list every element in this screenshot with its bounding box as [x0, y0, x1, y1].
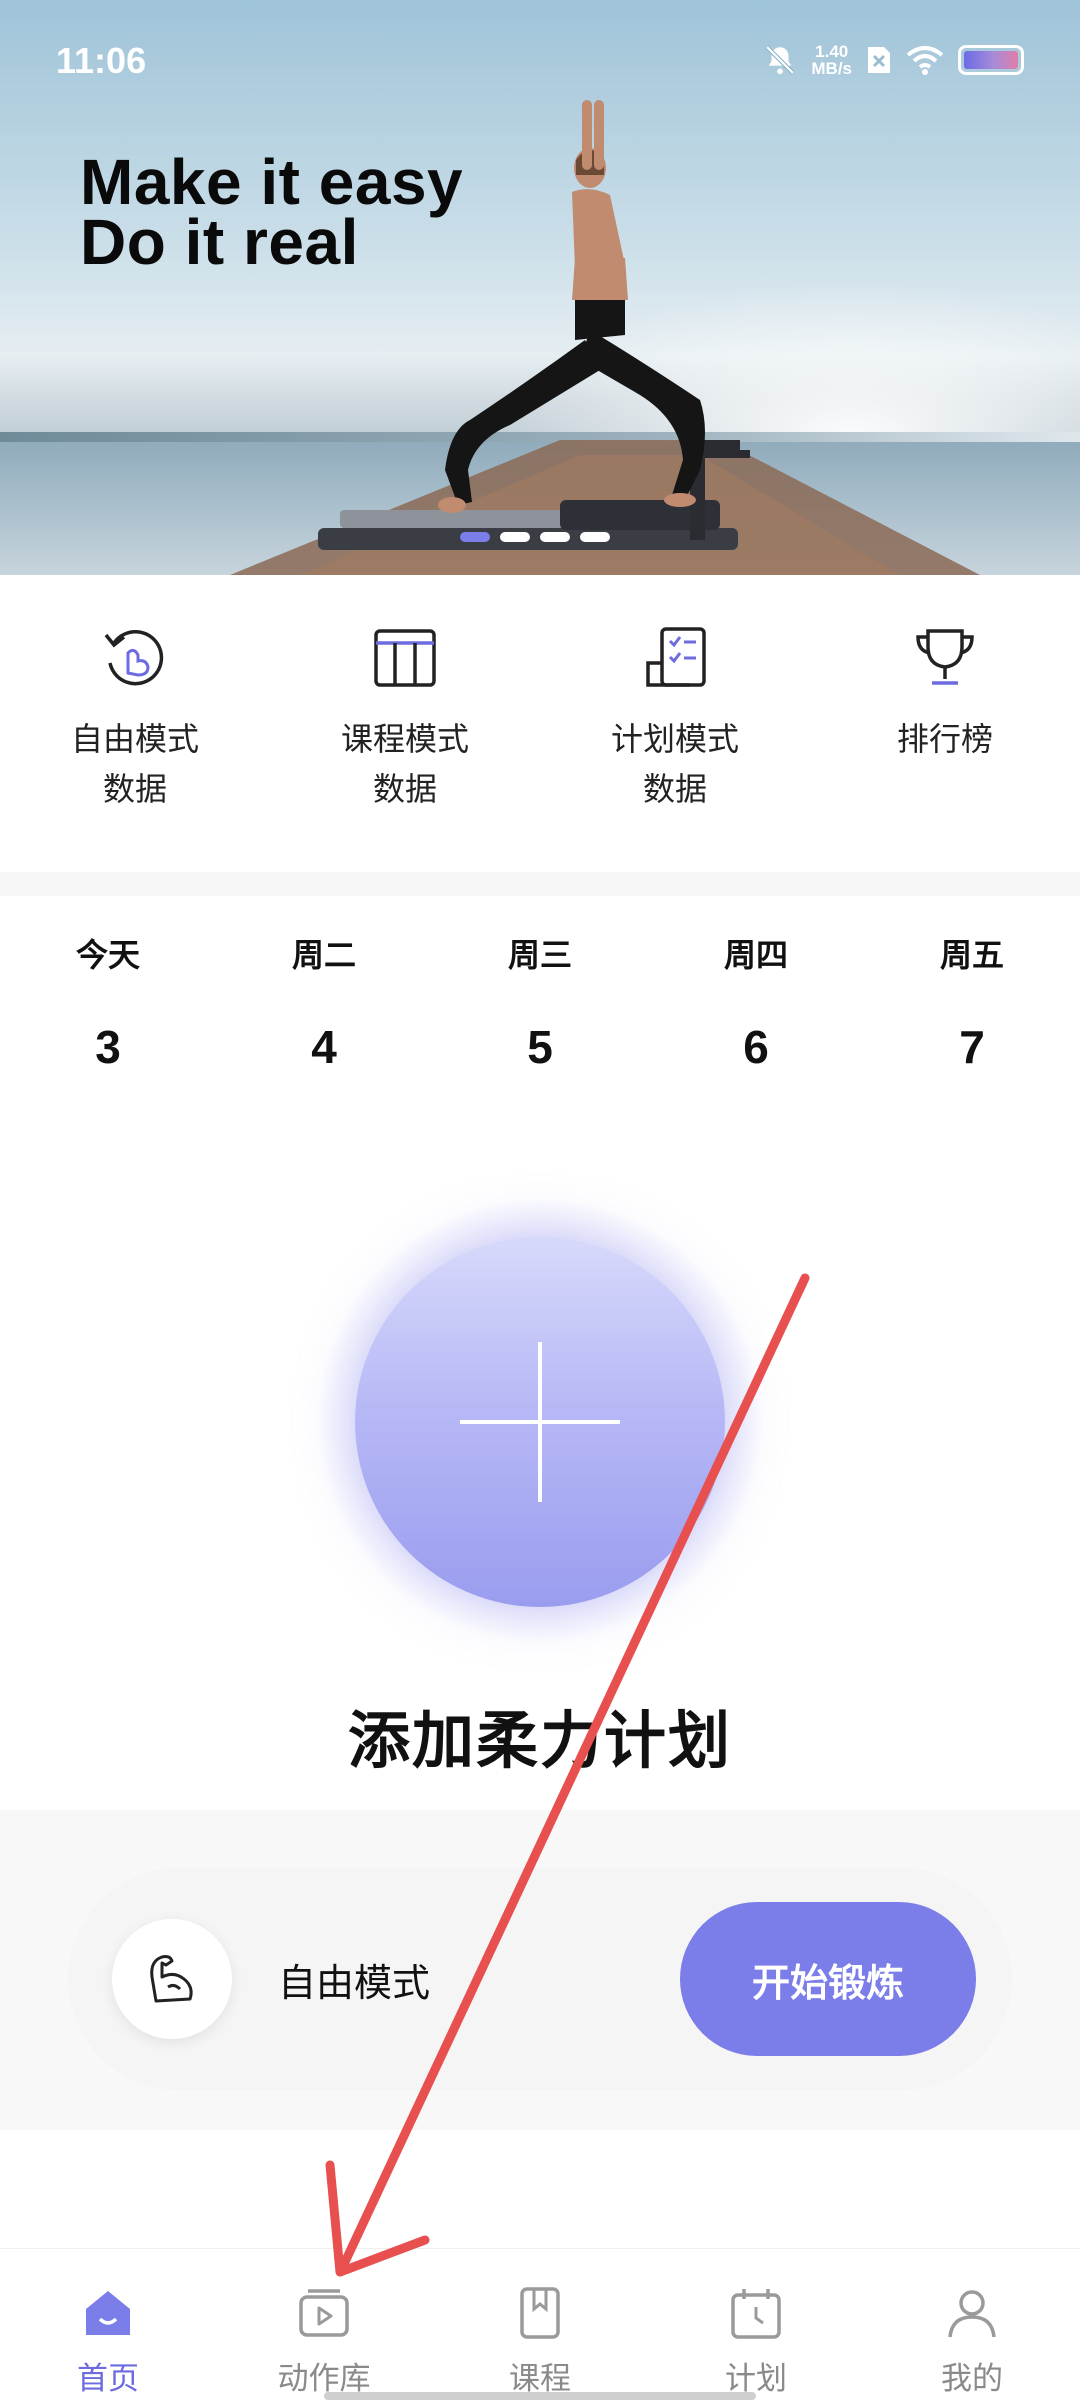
- home-indicator[interactable]: [324, 2392, 756, 2400]
- add-plan-title: 添加柔力计划: [347, 1704, 732, 1777]
- flexed-arm-icon: [112, 1919, 232, 2039]
- quick-item-label-line2: 数据: [372, 770, 437, 808]
- quick-item-plan-mode-data[interactable]: 计划模式 数据: [565, 620, 785, 860]
- start-workout-button[interactable]: 开始锻炼: [680, 1902, 976, 2056]
- date-strip: 今天 3 周二 4 周三 5 周四 6 周五 7: [0, 930, 1080, 1074]
- quick-item-label-line1: 排行榜: [896, 720, 993, 758]
- battery-level: [964, 51, 1018, 69]
- status-icons: 1.40 MB/s: [763, 40, 1024, 80]
- bottom-nav: 首页 动作库 课程 计划 我的: [0, 2248, 1080, 2408]
- hero-slogan-line2: Do it real: [80, 206, 359, 278]
- date-day-label: 周二: [291, 936, 356, 974]
- hero-slogan-line1: Make it easy: [80, 146, 464, 218]
- status-time: 11:06: [56, 40, 147, 81]
- network-speed: 1.40 MB/s: [811, 43, 852, 77]
- date-number: 7: [959, 1021, 985, 1073]
- date-day-label: 周五: [939, 936, 1004, 974]
- date-item[interactable]: 周五 7: [882, 930, 1062, 1074]
- free-mode-label: 自由模式: [278, 1961, 431, 2005]
- section-divider: [0, 872, 1080, 896]
- plus-icon: [538, 1342, 542, 1502]
- carousel-dot: [580, 532, 610, 542]
- add-plan-button[interactable]: [355, 1237, 725, 1607]
- date-number: 3: [95, 1021, 121, 1073]
- carousel-dot-active: [460, 532, 490, 542]
- wifi-icon: [906, 46, 944, 75]
- network-speed-unit: MB/s: [811, 59, 852, 78]
- status-bar: 11:06 1.40 MB/s: [0, 0, 1080, 120]
- quick-item-course-mode-data[interactable]: 课程模式 数据: [295, 620, 515, 860]
- network-speed-value: 1.40: [815, 42, 849, 61]
- bell-muted-icon: [766, 45, 795, 75]
- rotate-arm-icon: [97, 620, 173, 696]
- date-number: 6: [743, 1021, 769, 1073]
- nav-action-library[interactable]: 动作库: [224, 2249, 424, 2408]
- date-day-label: 周三: [507, 936, 572, 974]
- carousel-dot: [500, 532, 530, 542]
- carousel-dot: [540, 532, 570, 542]
- quick-item-label-line1: 课程模式: [340, 720, 469, 758]
- date-item[interactable]: 周四 6: [666, 930, 846, 1074]
- nav-profile[interactable]: 我的: [872, 2249, 1072, 2408]
- date-number: 4: [311, 1021, 337, 1073]
- nav-label: 首页: [77, 2361, 139, 2397]
- quick-item-label: 课程模式 数据: [341, 714, 469, 814]
- date-day-label: 今天: [75, 936, 140, 974]
- quick-item-label-line2: 数据: [642, 770, 707, 808]
- nav-plan[interactable]: 计划: [656, 2249, 856, 2408]
- date-number: 5: [527, 1021, 553, 1073]
- sim-x-icon: [868, 47, 890, 73]
- battery-icon: [958, 45, 1024, 75]
- free-mode-card[interactable]: 自由模式 开始锻炼: [68, 1868, 1012, 2090]
- quick-item-label: 排行榜: [897, 714, 993, 764]
- quick-item-label: 计划模式 数据: [611, 714, 739, 814]
- trophy-icon: [907, 620, 983, 696]
- nav-courses[interactable]: 课程: [440, 2249, 640, 2408]
- quick-item-label-line1: 计划模式: [610, 720, 739, 758]
- grid-icon: [367, 620, 443, 696]
- checklist-icon: [637, 620, 713, 696]
- date-item[interactable]: 周二 4: [234, 930, 414, 1074]
- quick-item-free-mode-data[interactable]: 自由模式 数据: [25, 620, 245, 860]
- date-day-label: 周四: [723, 936, 788, 974]
- date-item[interactable]: 周三 5: [450, 930, 630, 1074]
- quick-item-label-line2: 数据: [102, 770, 167, 808]
- hero-slogan: Make it easy Do it real: [80, 146, 640, 278]
- video-library-icon: [294, 2283, 354, 2343]
- quick-item-label: 自由模式 数据: [71, 714, 199, 814]
- home-icon: [78, 2283, 138, 2343]
- person-icon: [942, 2283, 1002, 2343]
- quick-item-leaderboard[interactable]: 排行榜: [835, 620, 1055, 860]
- calendar-clock-icon: [726, 2283, 786, 2343]
- nav-label: 我的: [941, 2361, 1003, 2397]
- date-item[interactable]: 今天 3: [18, 930, 198, 1074]
- carousel-dots[interactable]: [460, 530, 620, 546]
- quick-item-label-line1: 自由模式: [70, 720, 199, 758]
- quick-menu: 自由模式 数据 课程模式 数据 计划模式 数据 排行榜: [0, 620, 1080, 860]
- nav-home[interactable]: 首页: [8, 2249, 208, 2408]
- bookmark-book-icon: [510, 2283, 570, 2343]
